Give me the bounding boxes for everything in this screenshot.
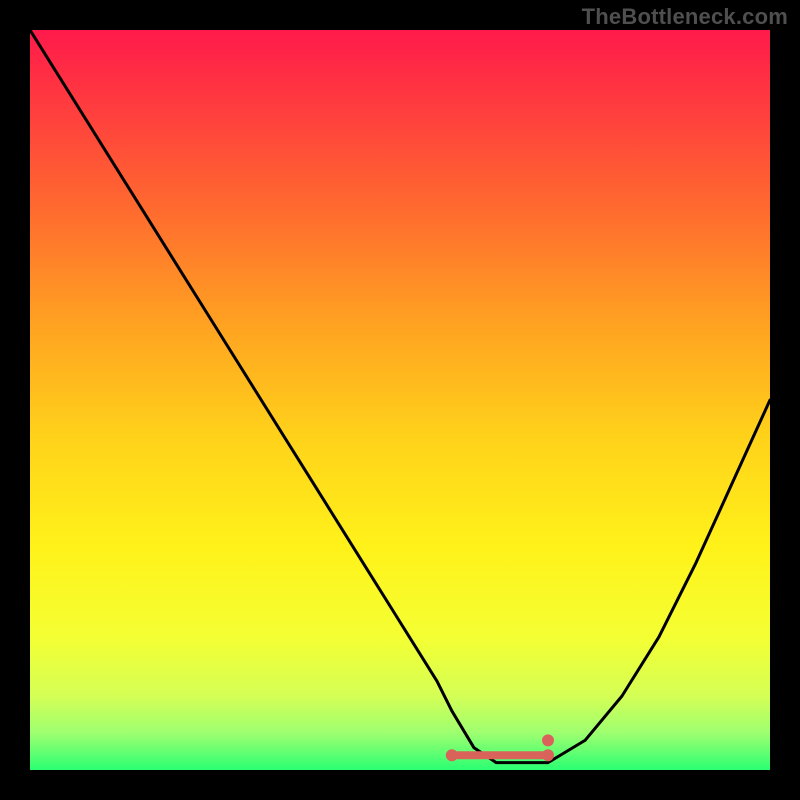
watermark-text: TheBottleneck.com <box>582 4 788 30</box>
range-end-marker <box>446 749 458 761</box>
marker-point <box>542 734 554 746</box>
chart-svg <box>30 30 770 770</box>
range-end-marker <box>542 749 554 761</box>
plot-area <box>30 30 770 770</box>
chart-container: TheBottleneck.com <box>0 0 800 800</box>
gradient-bg <box>30 30 770 770</box>
